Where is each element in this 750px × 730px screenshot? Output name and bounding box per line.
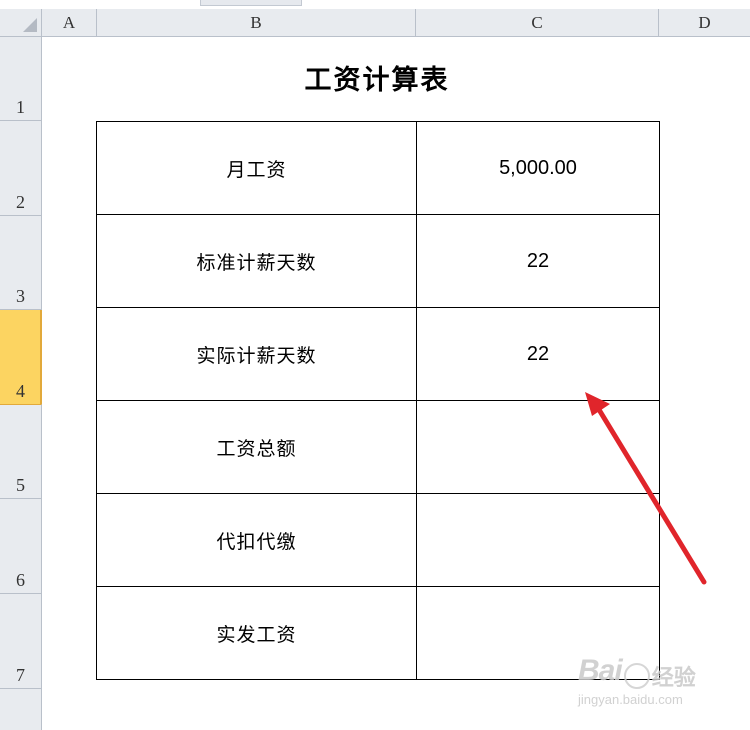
cell-value[interactable] — [416, 493, 660, 587]
paw-icon — [623, 662, 650, 689]
table-row: 代扣代缴 — [96, 493, 660, 587]
salary-table: 月工资 5,000.00 标准计薪天数 22 实际计薪天数 22 工资总额 代扣… — [96, 121, 660, 680]
cell-label[interactable]: 月工资 — [96, 121, 417, 215]
watermark-url: jingyan.baidu.com — [578, 692, 683, 707]
cell-label[interactable]: 实际计薪天数 — [96, 307, 417, 401]
select-all-corner[interactable] — [0, 9, 42, 37]
watermark-brand: Bai — [578, 654, 623, 687]
table-row: 实发工资 — [96, 586, 660, 680]
row-header-1[interactable]: 1 — [0, 37, 42, 121]
cell-value[interactable] — [416, 400, 660, 494]
column-header-c[interactable]: C — [416, 9, 659, 37]
cell-value[interactable]: 22 — [416, 214, 660, 308]
row-header-3[interactable]: 3 — [0, 216, 42, 310]
row-header-5[interactable]: 5 — [0, 405, 42, 499]
sheet-title[interactable]: 工资计算表 — [96, 58, 658, 97]
cell-value[interactable]: 5,000.00 — [416, 121, 660, 215]
column-header-d[interactable]: D — [659, 9, 750, 37]
cell-label[interactable]: 代扣代缴 — [96, 493, 417, 587]
row-header-6[interactable]: 6 — [0, 499, 42, 594]
sheet-tab[interactable] — [200, 0, 302, 6]
column-header-b[interactable]: B — [97, 9, 416, 37]
select-all-triangle-icon — [23, 18, 37, 32]
row-header-4[interactable]: 4 — [0, 310, 42, 405]
cell-value[interactable]: 22 — [416, 307, 660, 401]
row-header-2[interactable]: 2 — [0, 121, 42, 216]
cell-label[interactable]: 实发工资 — [96, 586, 417, 680]
row-header-8[interactable] — [0, 689, 42, 730]
row-header-7[interactable]: 7 — [0, 594, 42, 689]
column-header-a[interactable]: A — [42, 9, 97, 37]
cell-label[interactable]: 工资总额 — [96, 400, 417, 494]
table-row: 工资总额 — [96, 400, 660, 494]
table-row: 实际计薪天数 22 — [96, 307, 660, 401]
baidu-watermark: Bai 经验 jingyan.baidu.com — [578, 654, 696, 707]
table-row: 标准计薪天数 22 — [96, 214, 660, 308]
cell-label[interactable]: 标准计薪天数 — [96, 214, 417, 308]
watermark-suffix: 经验 — [651, 664, 696, 690]
table-row: 月工资 5,000.00 — [96, 121, 660, 215]
